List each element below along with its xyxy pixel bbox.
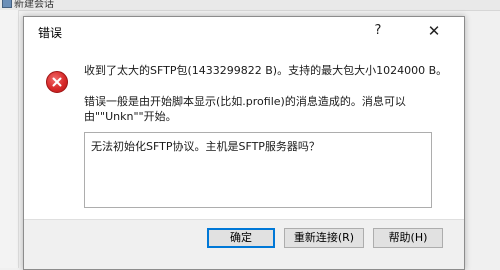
close-button[interactable]: ✕ xyxy=(416,20,452,42)
error-details-box[interactable]: 无法初始化SFTP协议。主机是SFTP服务器吗？ xyxy=(84,132,432,208)
error-message-secondary: 错误一般是由开始脚本显示(比如.profile)的消息造成的。消息可以由""Un… xyxy=(84,95,406,123)
reconnect-button[interactable]: 重新连接(R) xyxy=(284,228,364,248)
help-button[interactable]: 帮助(H) xyxy=(373,228,443,248)
error-icon xyxy=(46,71,68,93)
parent-window-title: 新建会话 xyxy=(14,0,54,10)
dialog-titlebar[interactable]: 错误 ? ✕ xyxy=(24,17,464,44)
error-dialog: 错误 ? ✕ 收到了太大的SFTP包(1433299822 B)。支持的最大包大… xyxy=(23,16,465,270)
help-question-button[interactable]: ? xyxy=(360,20,396,42)
dialog-title: 错误 xyxy=(38,26,63,40)
parent-window-edge xyxy=(0,10,19,268)
ok-button[interactable]: 确定 xyxy=(207,228,275,248)
parent-window-titlebar: 新建会话 xyxy=(0,0,500,11)
dialog-content: 收到了太大的SFTP包(1433299822 B)。支持的最大包大小102400… xyxy=(24,44,464,219)
session-icon xyxy=(2,0,12,8)
error-message-primary: 收到了太大的SFTP包(1433299822 B)。支持的最大包大小102400… xyxy=(84,64,448,77)
dialog-button-bar: 确定 重新连接(R) 帮助(H) xyxy=(24,219,464,269)
